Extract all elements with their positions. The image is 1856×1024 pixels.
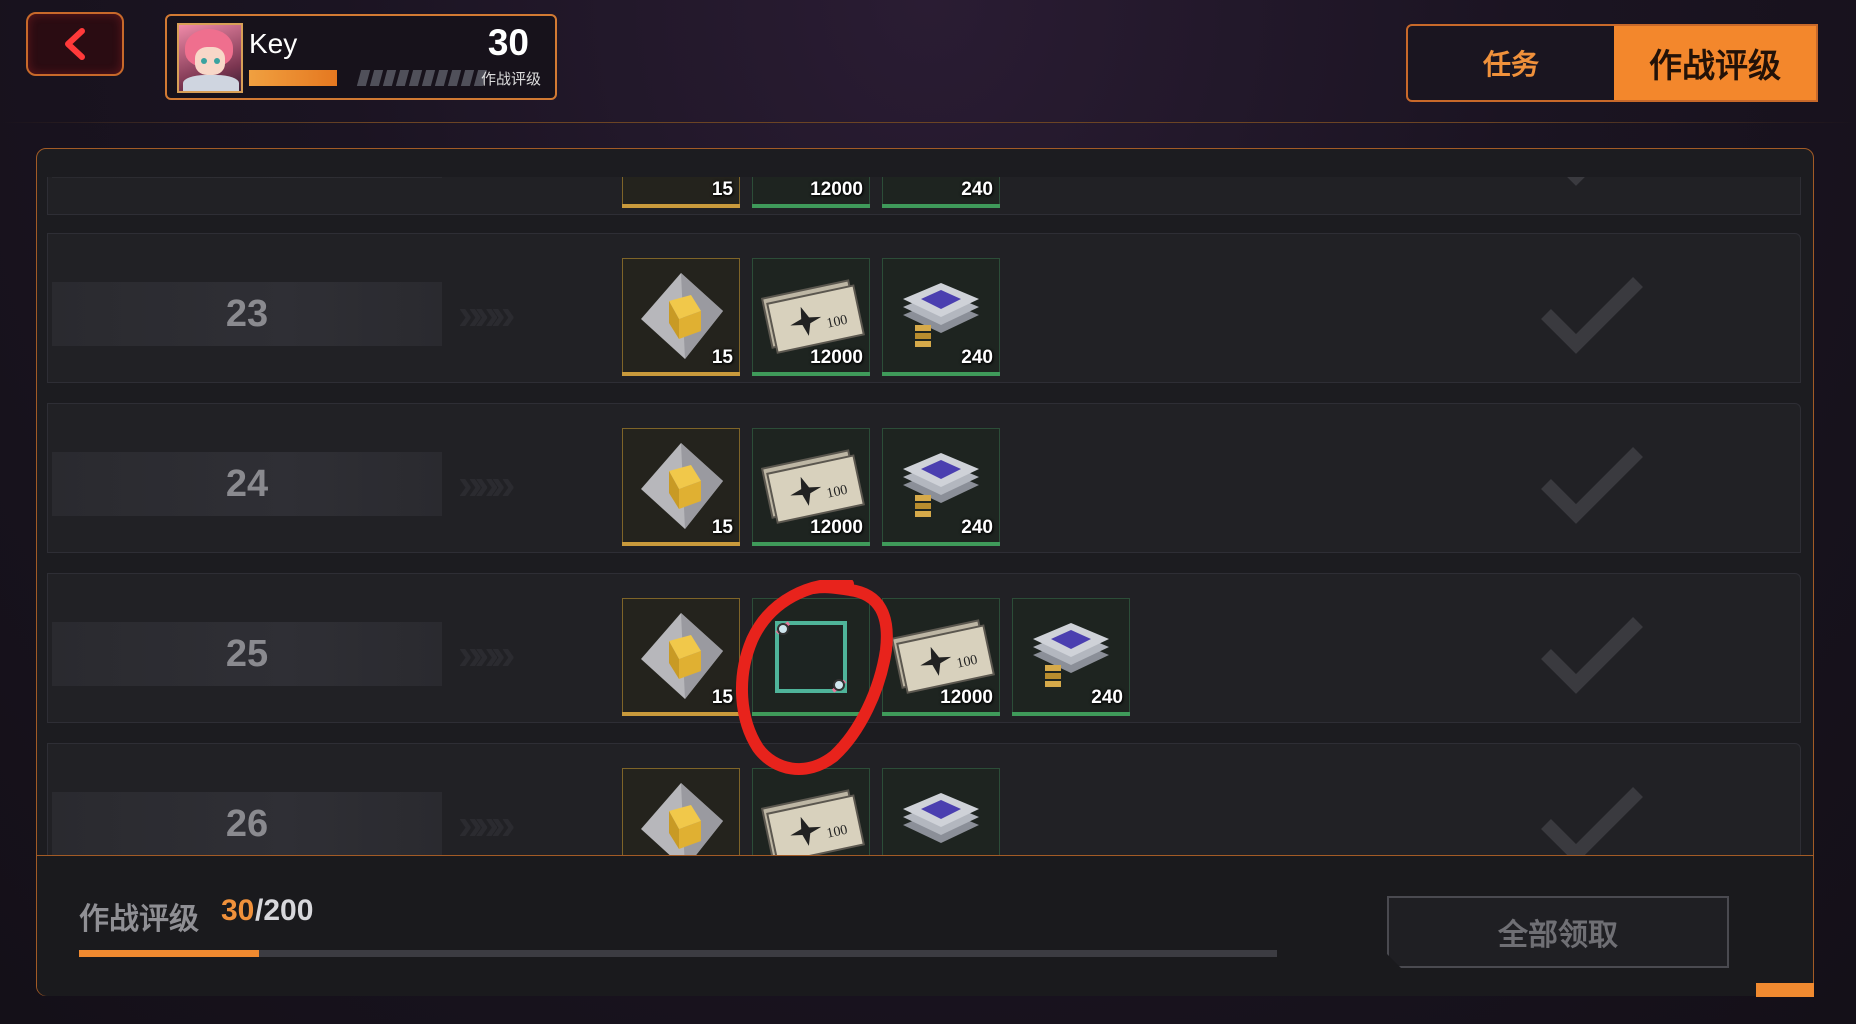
rating-current: 30 xyxy=(221,894,255,927)
back-button[interactable] xyxy=(26,12,124,76)
reward-row: 15 12000 240 xyxy=(47,177,1801,215)
reward-item-chip[interactable] xyxy=(882,768,1000,855)
reward-quantity: 12000 xyxy=(940,687,993,708)
chevron-decor: »»» xyxy=(458,460,515,509)
rating-level: 24 xyxy=(225,462,269,505)
reward-item-banknotes[interactable]: 12000 xyxy=(752,177,870,208)
reward-quantity: 240 xyxy=(1091,687,1123,708)
rating-footer: 作战评级 30 /200 全部领取 xyxy=(37,855,1814,997)
reward-item-chip[interactable]: 240 xyxy=(882,177,1000,208)
reward-quantity: 15 xyxy=(711,687,733,708)
reward-item-chip[interactable]: 240 xyxy=(1012,598,1130,716)
chevron-decor: »»» xyxy=(458,800,515,849)
reward-item-cube[interactable] xyxy=(622,768,740,855)
rating-caption: 作战评级 xyxy=(480,71,541,88)
rating-level: 23 xyxy=(225,292,269,335)
claimed-check-icon xyxy=(1541,617,1643,694)
chevron-left-icon xyxy=(65,28,85,60)
header-divider xyxy=(0,122,1856,123)
player-name: Key xyxy=(249,28,298,59)
rating-rewards-panel: 15 12000 240 23 »»» 15 100 12000 240 24 xyxy=(36,148,1814,997)
chevron-decor: »»» xyxy=(458,630,515,679)
banknote-icon: 100 xyxy=(760,789,865,855)
data-chip-icon xyxy=(903,793,979,843)
reward-item-avatar-frame[interactable] xyxy=(752,598,870,716)
tab-combat-rating[interactable]: 作战评级 xyxy=(1614,26,1816,100)
rating-label: 作战评级 xyxy=(79,903,199,936)
reward-quantity: 12000 xyxy=(810,517,863,538)
reward-quantity: 15 xyxy=(711,347,733,368)
reward-quantity: 240 xyxy=(961,179,993,200)
reward-item-banknotes[interactable]: 100 12000 xyxy=(882,598,1000,716)
claim-all-button[interactable]: 全部领取 xyxy=(1387,896,1729,968)
player-profile-card[interactable]: Key 30 作战评级 xyxy=(165,14,557,100)
claimed-check-icon xyxy=(1541,787,1643,855)
tab-task[interactable]: 任务 xyxy=(1408,26,1614,100)
avatar-frame-icon xyxy=(775,621,847,693)
reward-quantity: 15 xyxy=(711,179,733,200)
reward-item-chip[interactable]: 240 xyxy=(882,258,1000,376)
gold-cube-icon xyxy=(641,783,723,855)
reward-item-chip[interactable]: 240 xyxy=(882,428,1000,546)
claimed-check-icon xyxy=(1541,277,1643,354)
reward-item-cube[interactable]: 15 xyxy=(622,177,740,208)
rewards-list[interactable]: 15 12000 240 23 »»» 15 100 12000 240 24 xyxy=(47,177,1803,855)
rating-level: 25 xyxy=(225,632,269,675)
avatar xyxy=(177,23,243,93)
xp-progress-bar xyxy=(249,70,488,86)
corner-accent xyxy=(1756,983,1814,997)
rating-progress-bar xyxy=(79,950,1277,957)
reward-quantity: 240 xyxy=(961,347,993,368)
reward-quantity: 12000 xyxy=(810,179,863,200)
reward-row: 23 »»» 15 100 12000 240 xyxy=(47,233,1801,383)
rating-total: /200 xyxy=(255,894,314,927)
reward-item-banknotes[interactable]: 100 12000 xyxy=(752,258,870,376)
claimed-check-icon xyxy=(1541,447,1643,524)
reward-item-cube[interactable]: 15 xyxy=(622,258,740,376)
level-plate xyxy=(52,177,442,178)
reward-row: 26 »»» 100 xyxy=(47,743,1801,855)
reward-item-banknotes[interactable]: 100 xyxy=(752,768,870,855)
reward-item-cube[interactable]: 15 xyxy=(622,428,740,546)
reward-quantity: 15 xyxy=(711,517,733,538)
reward-row: 24 »»» 15 100 12000 240 xyxy=(47,403,1801,553)
reward-row: 25 »»» 15 100 12000 240 xyxy=(47,573,1801,723)
reward-item-banknotes[interactable]: 100 12000 xyxy=(752,428,870,546)
chevron-decor: »»» xyxy=(458,290,515,339)
rating-level: 26 xyxy=(225,802,269,845)
claimed-check-icon xyxy=(1567,177,1585,186)
reward-item-cube[interactable]: 15 xyxy=(622,598,740,716)
reward-quantity: 240 xyxy=(961,517,993,538)
player-level: 30 xyxy=(487,22,529,63)
tab-bar: 任务 作战评级 xyxy=(1406,24,1818,102)
reward-quantity: 12000 xyxy=(810,347,863,368)
